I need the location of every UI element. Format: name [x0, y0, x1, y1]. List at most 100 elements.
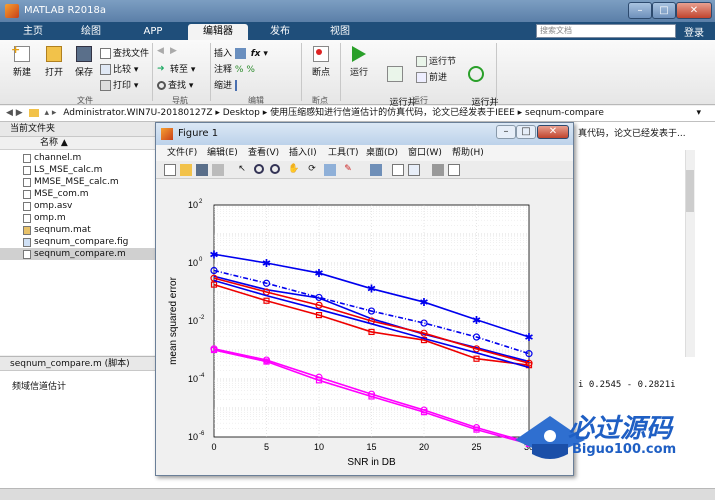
scrollbar-thumb[interactable] — [686, 170, 694, 212]
data-point: ✱ — [262, 257, 271, 270]
zoom-out-icon[interactable] — [270, 164, 280, 174]
save-figure-icon[interactable] — [196, 164, 208, 176]
minimize-button[interactable]: – — [628, 2, 652, 19]
nav-arrows[interactable]: ◀ ▶ — [157, 46, 183, 57]
figure-toolbar: ↖ ✋ ⟳ ✎ — [156, 161, 573, 179]
data-cursor-icon[interactable] — [324, 164, 336, 176]
separator — [210, 43, 211, 101]
brush-icon[interactable]: ✎ — [342, 164, 354, 176]
figure-maximize-button[interactable]: □ — [516, 125, 536, 139]
close-button[interactable]: ✕ — [676, 2, 712, 19]
nav-back-icon[interactable]: ◀ — [6, 108, 13, 118]
run-section-button[interactable]: 运行节 — [416, 54, 456, 67]
pointer-icon[interactable]: ↖ — [236, 164, 248, 176]
print-button[interactable]: 打印 ▾ — [100, 78, 138, 91]
rotate-3d-icon[interactable]: ⟳ — [306, 164, 318, 176]
compare-icon — [100, 64, 111, 75]
login-link[interactable]: 登录 — [684, 24, 704, 39]
y-tick-exponent: -2 — [199, 315, 205, 321]
nav-up-icon[interactable]: ▴ — [44, 108, 49, 118]
file-name: MMSE_MSE_calc.m — [34, 177, 119, 187]
m-file-icon — [23, 250, 31, 259]
menu-window[interactable]: 窗口(W) — [408, 145, 442, 161]
insert-button[interactable]: 插入 fx ▾ — [214, 46, 268, 59]
legend-icon[interactable] — [408, 164, 420, 176]
open-file-icon[interactable] — [180, 164, 192, 176]
tab-publish[interactable]: 发布 — [255, 24, 305, 40]
goto-icon: ➜ — [157, 64, 165, 74]
compare-button[interactable]: 比较 ▾ — [100, 62, 138, 75]
x-tick-label: 15 — [366, 442, 376, 452]
name-column-header[interactable]: 名称 ▲ — [0, 137, 158, 150]
y-tick-label: 10 — [188, 258, 198, 268]
data-point: ✱ — [472, 314, 481, 327]
toolstrip: + 新建 打开 保存 查找文件 比较 ▾ 打印 ▾ 文件 ◀ ▶ ➜ 转至 ▾ 查找… — [0, 40, 715, 121]
m-file-icon — [23, 178, 31, 187]
command-output: i 0.2545 - 0.2821i — [578, 380, 676, 390]
comment-button[interactable]: 注释 % % — [214, 62, 255, 75]
y-tick-label: 10 — [188, 316, 198, 326]
menu-tools[interactable]: 工具(T) — [328, 145, 359, 161]
nav-forward-icon[interactable]: ▶ — [16, 108, 23, 118]
print-figure-icon[interactable] — [212, 164, 224, 176]
forward-arrow-icon: ▶ — [170, 46, 177, 56]
save-button[interactable]: 保存 — [70, 46, 98, 78]
menu-insert[interactable]: 插入(I) — [289, 145, 317, 161]
percent-icon: % — [246, 65, 255, 75]
current-path[interactable]: Administrator.WIN7U-20180127Z ▸ Desktop … — [63, 108, 604, 118]
advance-button[interactable]: 前进 — [416, 70, 447, 83]
hide-plot-tools-icon[interactable] — [432, 164, 444, 176]
menu-desktop[interactable]: 桌面(D) — [366, 145, 398, 161]
tab-home[interactable]: 主页 — [8, 24, 58, 40]
breakpoints-button[interactable]: 断点 — [307, 46, 335, 78]
file-item-selected[interactable]: seqnum_compare.m — [0, 248, 158, 260]
data-point: ✱ — [524, 331, 533, 344]
browse-icon[interactable]: ▸ — [52, 108, 57, 118]
file-item[interactable]: seqnum_compare.fig — [0, 236, 158, 248]
colorbar-icon[interactable] — [392, 164, 404, 176]
figure-close-button[interactable]: ✕ — [537, 125, 569, 139]
tab-view[interactable]: 视图 — [315, 24, 365, 40]
file-item[interactable]: omp.asv — [0, 200, 158, 212]
print-icon — [100, 80, 111, 91]
run-button[interactable]: 运行 — [345, 46, 373, 78]
new-button[interactable]: + 新建 — [8, 43, 36, 78]
open-button[interactable]: 打开 — [40, 46, 68, 78]
details-text: 频域信道估计 — [12, 382, 67, 392]
search-docs-input[interactable]: 搜索文档 — [536, 24, 676, 38]
tab-editor[interactable]: 编辑器 — [188, 24, 248, 40]
link-plot-icon[interactable] — [370, 164, 382, 176]
menu-view[interactable]: 查看(V) — [248, 145, 279, 161]
menu-help[interactable]: 帮助(H) — [452, 145, 484, 161]
section-breakpoints-label: 断点 — [312, 96, 328, 105]
maximize-button[interactable]: □ — [652, 2, 676, 19]
find-files-button[interactable]: 查找文件 — [100, 46, 149, 59]
goto-button[interactable]: ➜ 转至 ▾ — [157, 62, 195, 75]
goto-label: 转至 — [170, 65, 189, 75]
zoom-in-icon[interactable] — [254, 164, 264, 174]
menu-file[interactable]: 文件(F) — [167, 145, 197, 161]
file-item[interactable]: MMSE_MSE_calc.m — [0, 176, 158, 188]
figure-icon — [161, 128, 173, 140]
separator — [496, 43, 497, 101]
file-item[interactable]: MSE_com.m — [0, 188, 158, 200]
find-button[interactable]: 查找 ▾ — [157, 78, 193, 91]
address-bar[interactable]: ◀ ▶ ▴ ▸ Administrator.WIN7U-20180127Z ▸ … — [0, 106, 715, 122]
tab-plots[interactable]: 绘图 — [66, 24, 116, 40]
file-item[interactable]: channel.m — [0, 152, 158, 164]
indent-button[interactable]: 缩进 — [214, 78, 248, 91]
figure-minimize-button[interactable]: – — [496, 125, 516, 139]
figure-title-bar[interactable]: Figure 1 – □ ✕ — [156, 123, 573, 145]
title-bar: MATLAB R2018a – □ ✕ — [0, 0, 715, 22]
path-dropdown-icon[interactable]: ▾ — [696, 106, 701, 121]
show-plot-tools-icon[interactable] — [448, 164, 460, 176]
m-file-icon — [23, 190, 31, 199]
file-item[interactable]: omp.m — [0, 212, 158, 224]
file-item[interactable]: LS_MSE_calc.m — [0, 164, 158, 176]
pan-hand-icon[interactable]: ✋ — [288, 164, 300, 176]
file-name: omp.asv — [34, 201, 73, 211]
tab-apps[interactable]: APP — [128, 24, 178, 40]
file-item[interactable]: seqnum.mat — [0, 224, 158, 236]
menu-edit[interactable]: 编辑(E) — [207, 145, 238, 161]
new-figure-icon[interactable] — [164, 164, 176, 176]
